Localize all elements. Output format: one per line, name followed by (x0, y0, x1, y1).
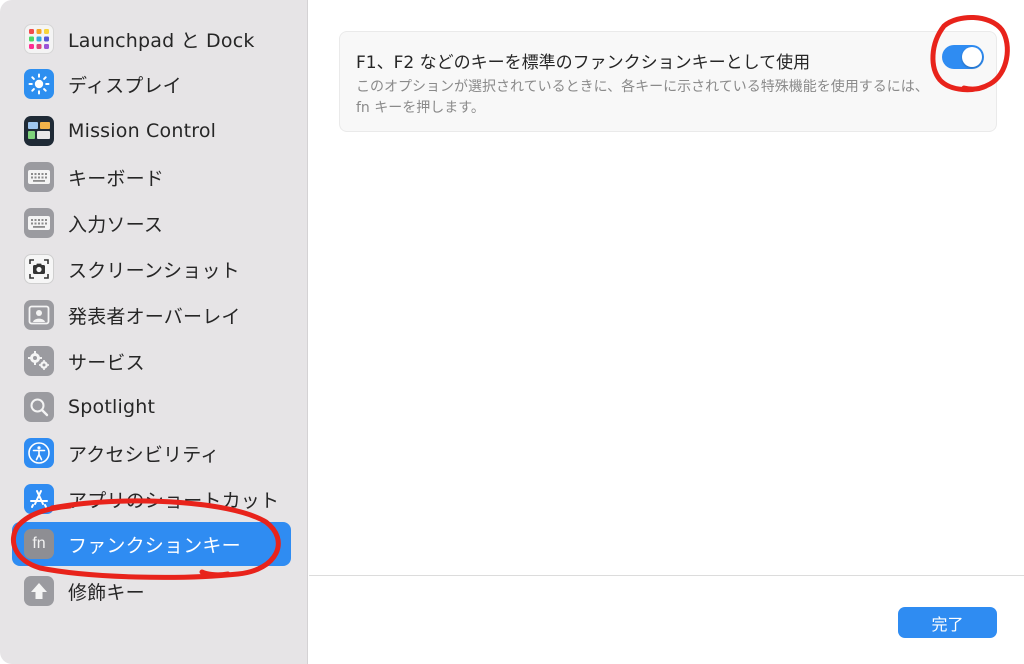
accessibility-icon (24, 438, 54, 468)
sidebar-item-label: アクセシビリティ (68, 443, 220, 466)
sidebar-item-spotlight[interactable]: Spotlight (12, 385, 291, 429)
keyboard-icon (24, 162, 54, 192)
function-key-toggle[interactable] (942, 45, 984, 69)
sidebar: Launchpad と Dock ディスプレイ Mission Control … (0, 0, 308, 664)
presenter-icon (24, 300, 54, 330)
sidebar-item-label: 修飾キー (68, 581, 145, 604)
sidebar-item-label: キーボード (68, 167, 165, 190)
sidebar-item-launchpad-dock[interactable]: Launchpad と Dock (12, 17, 291, 61)
sidebar-item-label: 入力ソース (68, 213, 164, 236)
sidebar-item-label: Spotlight (68, 396, 156, 418)
sidebar-item-function-keys[interactable]: fn ファンクションキー (12, 522, 291, 566)
sidebar-item-accessibility[interactable]: アクセシビリティ (12, 431, 291, 475)
sidebar-item-label: 発表者オーバーレイ (68, 305, 241, 328)
main-panel: F1、F2 などのキーを標準のファンクションキーとして使用 このオプションが選択… (309, 0, 1024, 664)
magnifier-icon (24, 392, 54, 422)
sidebar-item-label: スクリーンショット (68, 259, 240, 282)
fn-icon-text: fn (32, 535, 46, 552)
sidebar-item-presenter-overlay[interactable]: 発表者オーバーレイ (12, 293, 291, 337)
sidebar-item-input-sources[interactable]: 入力ソース (12, 201, 291, 245)
camera-icon (24, 254, 54, 284)
keyboard-icon (24, 208, 54, 238)
sidebar-item-screenshot[interactable]: スクリーンショット (12, 247, 291, 291)
sidebar-item-label: ファンクションキー (68, 534, 241, 557)
sidebar-item-label: ディスプレイ (68, 74, 182, 97)
gear-icon (24, 346, 54, 376)
option-title: F1、F2 などのキーを標準のファンクションキーとして使用 (356, 53, 811, 73)
done-button[interactable]: 完了 (898, 607, 997, 638)
sidebar-item-modifier-keys[interactable]: 修飾キー (12, 569, 291, 613)
sidebar-item-label: アプリのショートカット (68, 489, 280, 512)
app-store-icon (24, 484, 54, 514)
sidebar-item-app-shortcuts[interactable]: アプリのショートカット (12, 477, 291, 521)
sidebar-item-label: Mission Control (68, 120, 217, 142)
sidebar-item-label: サービス (68, 351, 145, 374)
sidebar-item-display[interactable]: ディスプレイ (12, 62, 291, 106)
mission-control-icon (24, 116, 54, 146)
sidebar-item-mission-control[interactable]: Mission Control (12, 109, 291, 153)
fn-icon: fn (24, 529, 54, 559)
launchpad-icon (24, 24, 54, 54)
toggle-knob (962, 47, 982, 67)
sidebar-item-keyboard[interactable]: キーボード (12, 155, 291, 199)
sun-icon (24, 69, 54, 99)
function-key-option: F1、F2 などのキーを標準のファンクションキーとして使用 このオプションが選択… (339, 31, 997, 132)
option-description: このオプションが選択されているときに、各キーに示されている特殊機能を使用するには… (356, 79, 929, 116)
sidebar-item-label: Launchpad と Dock (68, 29, 255, 52)
footer-divider (309, 575, 1024, 576)
arrow-up-icon (24, 576, 54, 606)
sidebar-item-services[interactable]: サービス (12, 339, 291, 383)
